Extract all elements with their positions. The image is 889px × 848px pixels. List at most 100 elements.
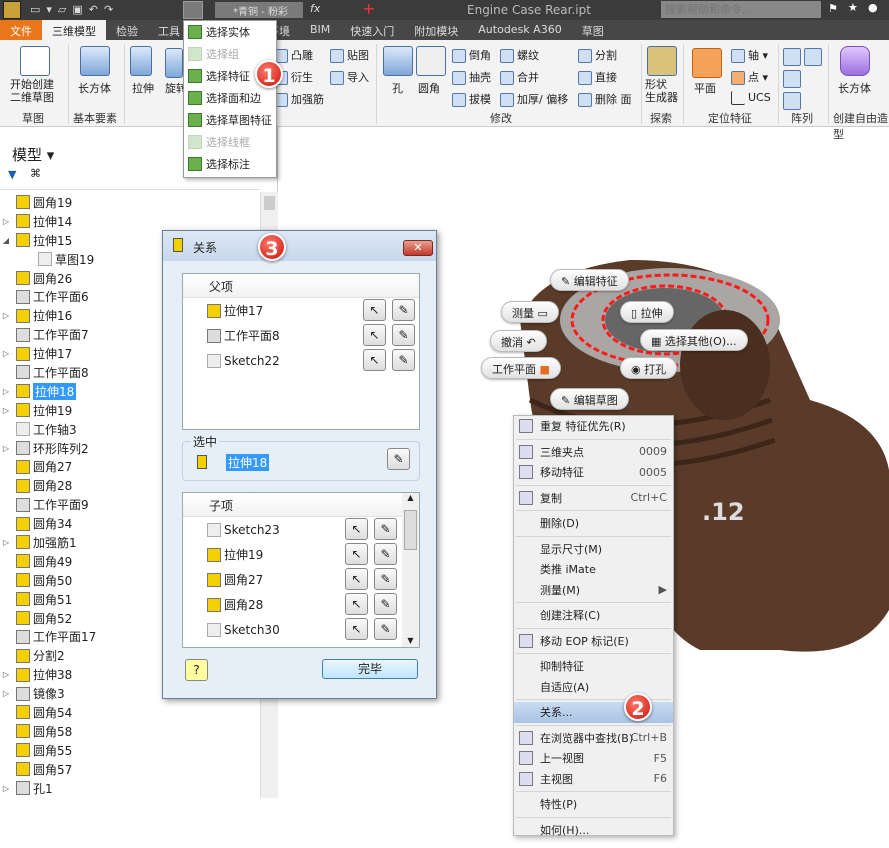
select-annotations-item[interactable]: 选择标注: [184, 153, 276, 175]
edit-feature-button[interactable]: ✎: [374, 518, 397, 540]
fx-icon[interactable]: fx: [310, 2, 320, 15]
context-menu-item[interactable]: 三维夹点 0009: [514, 442, 673, 463]
freeform-box-button[interactable]: 长方体: [838, 80, 871, 96]
edit-feature-button[interactable]: ✎: [392, 349, 415, 371]
context-menu-item[interactable]: 抑制特征: [514, 656, 673, 677]
context-menu-item[interactable]: 主视图 F6: [514, 769, 673, 790]
direct-button[interactable]: 直接: [578, 69, 617, 85]
select-feature-button[interactable]: ↖: [363, 349, 386, 371]
tree-item[interactable]: 圆角19: [0, 193, 260, 212]
tree-item[interactable]: 圆角57: [0, 760, 260, 779]
expand-toggle-icon[interactable]: ▷: [0, 387, 12, 396]
select-faces-edges-item[interactable]: 选择面和边: [184, 87, 276, 109]
tree-item[interactable]: 圆角54: [0, 703, 260, 722]
shell-button[interactable]: 抽壳: [452, 69, 491, 85]
select-feature-button[interactable]: ↖: [345, 568, 368, 590]
quick-access-toolbar[interactable]: ▭▾▱▣↶↷: [30, 3, 119, 16]
context-menu-item[interactable]: 移动 EOP 标记(E): [514, 631, 673, 652]
axis-button[interactable]: 轴 ▾: [731, 47, 768, 63]
mirror-icon[interactable]: [804, 48, 822, 66]
favorites-star-icon[interactable]: ★: [848, 1, 858, 14]
select-sketch-features-item[interactable]: 选择草图特征: [184, 109, 276, 131]
rectangular-pattern-icon[interactable]: [783, 48, 801, 66]
edit-feature-button[interactable]: ✎: [374, 618, 397, 640]
circular-pattern-icon[interactable]: [783, 70, 801, 88]
select-feature-button[interactable]: ↖: [345, 618, 368, 640]
user-icon[interactable]: ●: [868, 1, 878, 14]
select-feature-button[interactable]: ↖: [363, 299, 386, 321]
rib-button[interactable]: 加强筋: [274, 91, 324, 107]
context-menu-item[interactable]: 自适应(A): [514, 677, 673, 698]
context-menu-item[interactable]: 特性(P): [514, 794, 673, 815]
thread-button[interactable]: 螺纹: [500, 47, 539, 63]
help-button[interactable]: ?: [185, 659, 208, 681]
context-menu-item[interactable]: 创建注释(C): [514, 605, 673, 626]
select-feature-button[interactable]: ↖: [345, 593, 368, 615]
start-sketch-button[interactable]: 开始创建 二维草图: [10, 78, 54, 104]
marking-work-plane[interactable]: 工作平面 ■: [481, 357, 561, 379]
ucs-button[interactable]: UCS: [731, 91, 771, 105]
hole-button[interactable]: 孔: [392, 80, 403, 96]
edit-feature-button[interactable]: ✎: [392, 299, 415, 321]
expand-toggle-icon[interactable]: ◢: [0, 236, 12, 245]
browser-title-dropdown[interactable]: 模型 ▾: [12, 144, 54, 165]
close-button[interactable]: ✕: [403, 240, 433, 256]
expand-toggle-icon[interactable]: ▷: [0, 689, 12, 698]
context-menu-item[interactable]: 移动特征 0005: [514, 462, 673, 483]
tree-item[interactable]: 圆角58: [0, 722, 260, 741]
add-icon[interactable]: +: [362, 0, 375, 18]
context-menu-item[interactable]: 上一视图 F5: [514, 748, 673, 769]
tab-a360[interactable]: Autodesk A360: [468, 20, 571, 40]
select-mode-button[interactable]: [183, 1, 203, 19]
select-feature-button[interactable]: ↖: [345, 518, 368, 540]
edit-selected-button[interactable]: ✎: [387, 448, 410, 470]
context-menu-item[interactable]: 测量(M) ▶: [514, 580, 673, 601]
app-logo[interactable]: [3, 1, 21, 19]
expand-toggle-icon[interactable]: ▷: [0, 406, 12, 415]
group-modify[interactable]: 修改: [490, 110, 512, 126]
import-button[interactable]: 导入: [330, 69, 369, 85]
context-menu-item[interactable]: 重复 特征优先(R): [514, 416, 673, 437]
decal-button[interactable]: 贴图: [330, 47, 369, 63]
combine-button[interactable]: 合并: [500, 69, 539, 85]
material-dropdown[interactable]: *青铜 - 粉彩: [215, 2, 303, 18]
tab-sketch[interactable]: 草图: [572, 20, 614, 40]
select-bodies-item[interactable]: 选择实体: [184, 21, 276, 43]
revolve-button[interactable]: 旋转: [165, 80, 183, 96]
context-menu-item[interactable]: 删除(D): [514, 513, 673, 534]
shape-generator-button[interactable]: 形状 生成器: [645, 78, 678, 104]
expand-toggle-icon[interactable]: ▷: [0, 349, 12, 358]
split-button[interactable]: 分割: [578, 47, 617, 63]
tab-3d-model[interactable]: 三维模型: [42, 20, 106, 40]
marking-edit-feature[interactable]: ✎ 编辑特征: [550, 269, 629, 291]
comm-center-icon[interactable]: ⚑: [828, 2, 838, 15]
find-binoculars-icon[interactable]: ⌘: [30, 167, 41, 180]
marking-measure[interactable]: 测量 ▭: [501, 301, 559, 323]
tab-file[interactable]: 文件: [0, 20, 42, 40]
edit-feature-button[interactable]: ✎: [374, 593, 397, 615]
expand-toggle-icon[interactable]: ▷: [0, 670, 12, 679]
chamfer-button[interactable]: 倒角: [452, 47, 491, 63]
plane-button[interactable]: 平面: [694, 80, 716, 96]
context-menu-item[interactable]: 复制 Ctrl+C: [514, 488, 673, 509]
extrude-button[interactable]: 拉伸: [132, 80, 154, 96]
delete-face-button[interactable]: 删除 面: [578, 91, 632, 107]
expand-toggle-icon[interactable]: ▷: [0, 217, 12, 226]
edit-feature-button[interactable]: ✎: [392, 324, 415, 346]
marking-hole[interactable]: ◉ 打孔: [620, 357, 678, 379]
point-button[interactable]: 点 ▾: [731, 69, 768, 85]
fillet-button[interactable]: 圆角: [418, 80, 440, 96]
emboss-button[interactable]: 凸雕: [274, 47, 313, 63]
box-button[interactable]: 长方体: [78, 80, 111, 96]
tab-inspect[interactable]: 检验: [106, 20, 148, 40]
expand-toggle-icon[interactable]: ▷: [0, 784, 12, 793]
edit-feature-button[interactable]: ✎: [374, 568, 397, 590]
draft-button[interactable]: 拔模: [452, 91, 491, 107]
context-menu-item[interactable]: 显示尺寸(M): [514, 539, 673, 560]
select-feature-button[interactable]: ↖: [345, 543, 368, 565]
marking-undo[interactable]: 撤消 ↶: [490, 330, 547, 352]
marking-edit-sketch[interactable]: ✎ 编辑草图: [550, 388, 629, 410]
tab-get-started[interactable]: 快速入门: [340, 20, 404, 40]
tree-item[interactable]: ▷ 孔1: [0, 779, 260, 798]
sketch-pattern-icon[interactable]: [783, 92, 801, 110]
